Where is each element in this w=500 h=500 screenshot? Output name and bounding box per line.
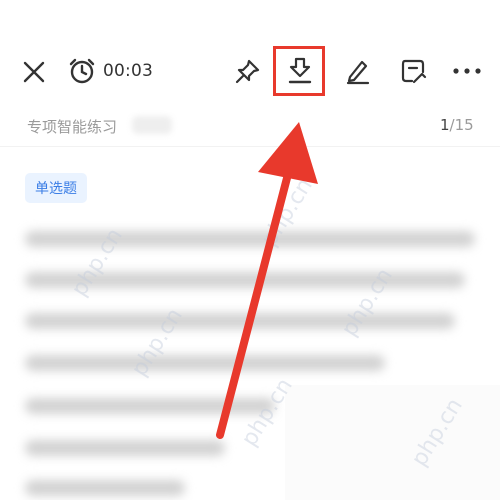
annotation-arrow [216,122,318,439]
